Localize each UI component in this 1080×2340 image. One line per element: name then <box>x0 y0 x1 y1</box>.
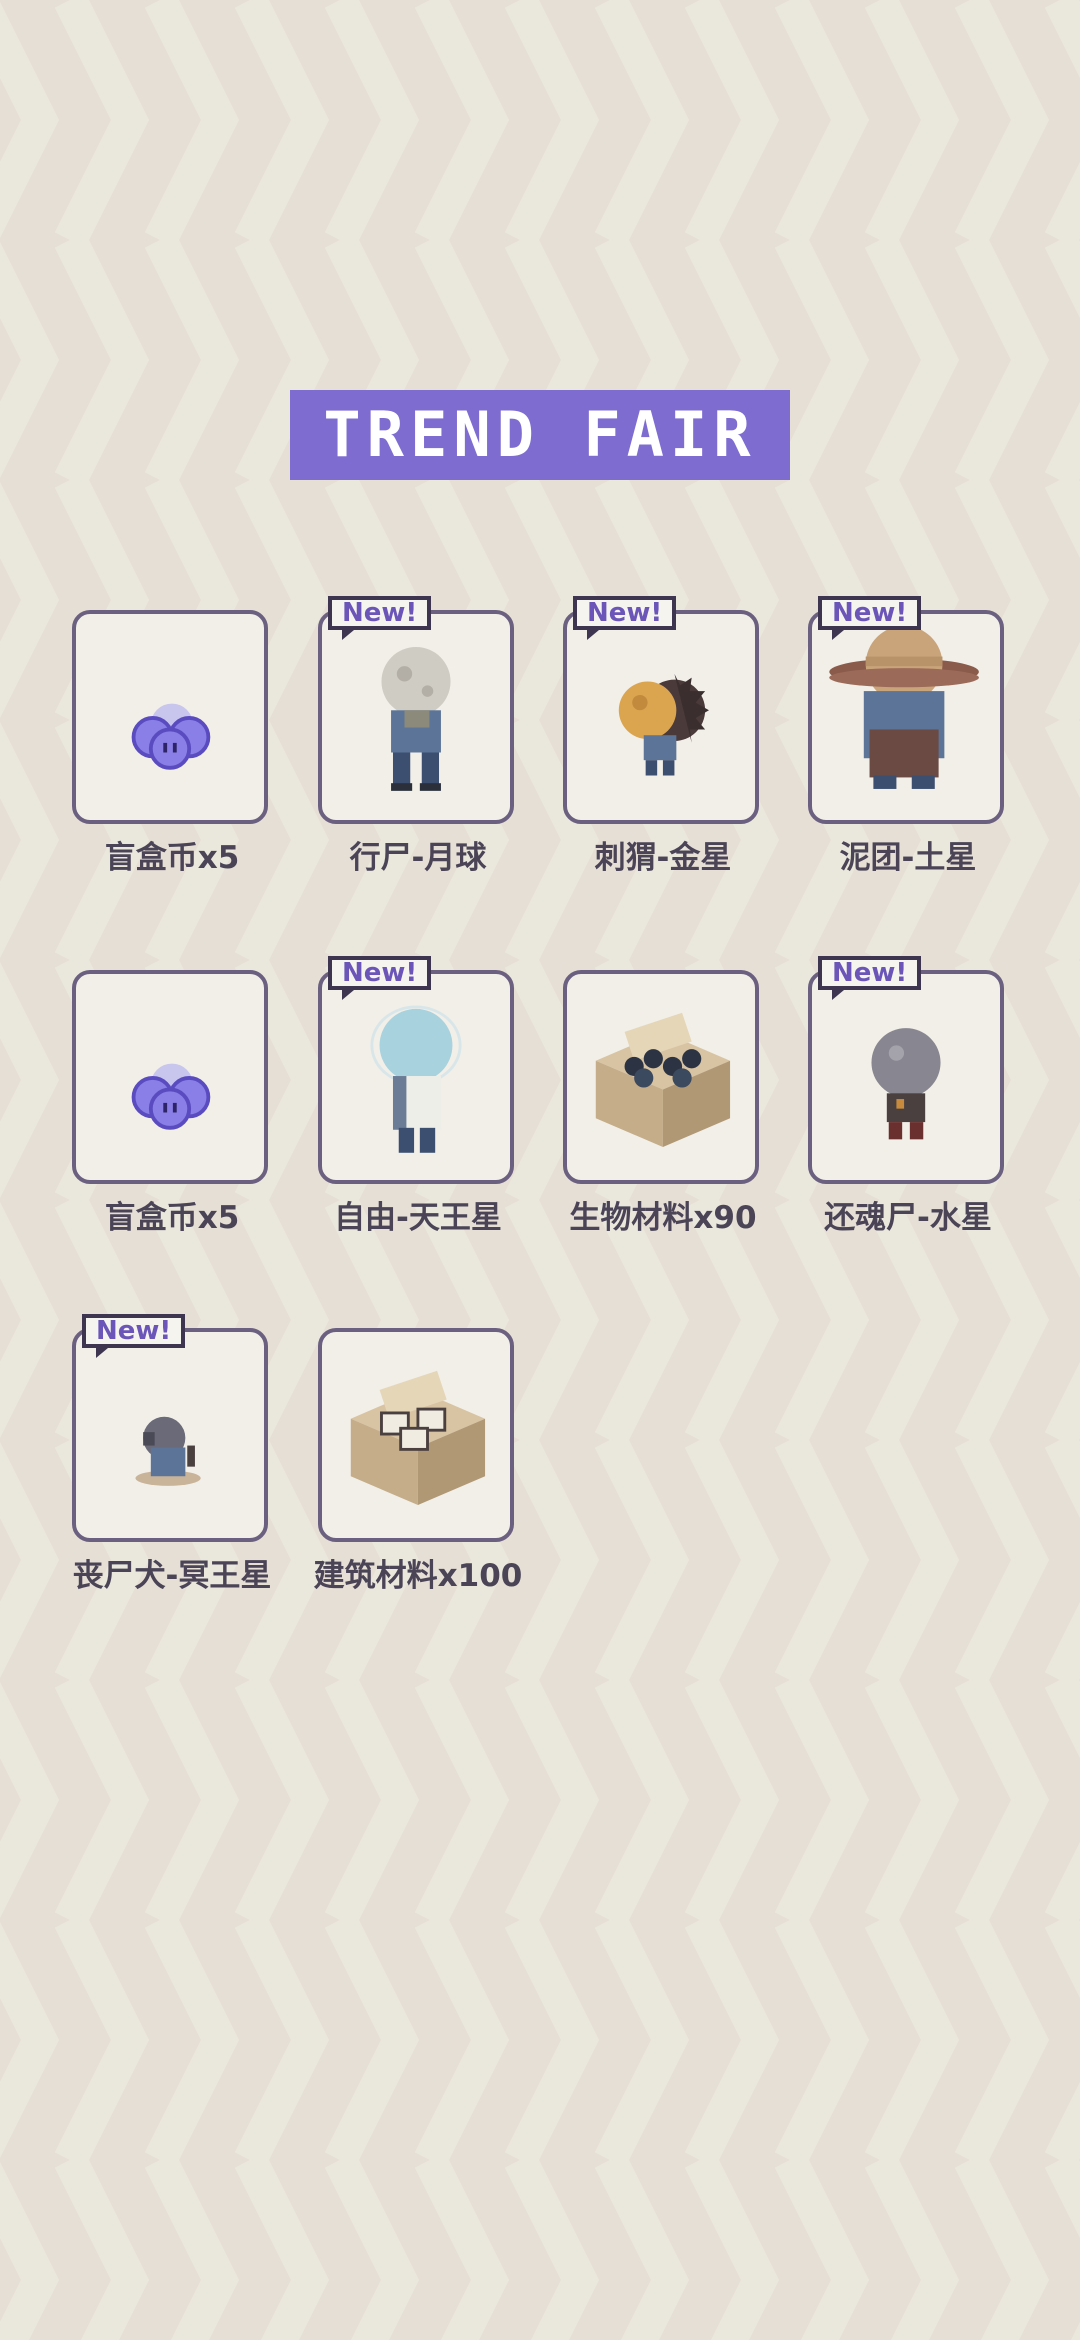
reward-card[interactable] <box>318 1328 514 1542</box>
reward-label: 丧尸犬-冥王星 <box>72 1558 272 1594</box>
new-badge-label: New! <box>342 598 418 628</box>
reward-card[interactable] <box>72 610 268 824</box>
new-badge: New! <box>818 956 922 1000</box>
new-badge-label: New! <box>342 958 418 988</box>
badge-tail-icon <box>342 630 354 640</box>
reward-label: 生物材料x90 <box>569 1200 757 1236</box>
bio-material-box-icon <box>595 1012 731 1148</box>
new-badge-label: New! <box>96 1316 172 1346</box>
reward-label: 泥团-土星 <box>839 840 977 876</box>
reward-grid: 盲盒币x5 New! 行尸-月球 New! 刺猬-金星 New! 泥团-土星 盲盒币x… <box>0 0 1080 2340</box>
badge-tail-icon <box>342 990 354 1000</box>
new-badge: New! <box>328 956 432 1000</box>
zombie-moon-icon <box>381 646 451 791</box>
reward-label: 还魂尸-水星 <box>824 1200 992 1236</box>
reward-card[interactable]: New! <box>72 1314 268 1542</box>
zombie-dog-pluto-icon <box>135 1416 201 1486</box>
coin-icon <box>131 703 211 770</box>
badge-tail-icon <box>96 1348 108 1358</box>
reward-label: 刺猬-金星 <box>594 840 732 876</box>
reward-card[interactable]: New! <box>808 956 1004 1184</box>
reward-label: 盲盒币x5 <box>104 1200 240 1236</box>
reward-card[interactable] <box>563 970 759 1184</box>
reward-label: 自由-天王星 <box>334 1200 502 1236</box>
revenant-mercury-icon <box>871 1028 941 1140</box>
badge-tail-icon <box>587 630 599 640</box>
new-badge: New! <box>328 596 432 640</box>
mud-saturn-icon <box>829 625 979 789</box>
new-badge-label: New! <box>832 958 908 988</box>
reward-card[interactable]: New! <box>318 596 514 824</box>
reward-card[interactable]: New! <box>563 596 759 824</box>
freedom-uranus-icon <box>370 1005 462 1153</box>
reward-card[interactable]: New! <box>318 956 514 1184</box>
new-badge: New! <box>573 596 677 640</box>
reward-card[interactable] <box>72 970 268 1184</box>
badge-tail-icon <box>832 990 844 1000</box>
new-badge: New! <box>818 596 922 640</box>
badge-tail-icon <box>832 630 844 640</box>
new-badge-label: New! <box>587 598 663 628</box>
reward-label: 行尸-月球 <box>349 840 487 876</box>
new-badge: New! <box>82 1314 186 1358</box>
coin-icon <box>131 1063 211 1130</box>
new-badge-label: New! <box>832 598 908 628</box>
reward-label: 建筑材料x100 <box>313 1558 523 1594</box>
reward-label: 盲盒币x5 <box>104 840 240 876</box>
hedgehog-venus-icon <box>618 673 709 776</box>
reward-card[interactable]: New! <box>808 596 1004 824</box>
building-material-box-icon <box>350 1370 486 1506</box>
